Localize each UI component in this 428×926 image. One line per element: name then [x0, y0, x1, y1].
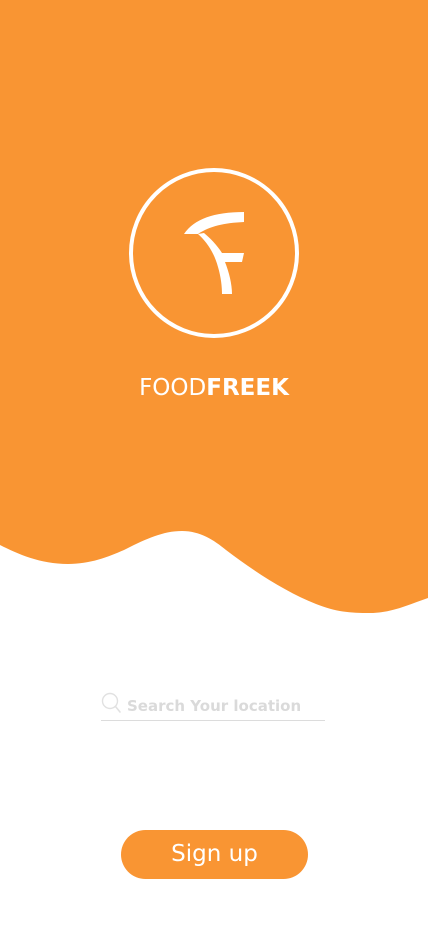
search-icon	[101, 692, 121, 713]
brand-title: FOODFREEK	[0, 372, 428, 404]
brand-name-bold: FREEK	[206, 375, 289, 401]
brand-name-light: FOOD	[139, 375, 207, 401]
sign-up-button[interactable]: Sign up	[121, 830, 308, 879]
foodfreek-logo-icon	[129, 168, 299, 338]
location-search-input[interactable]	[127, 693, 323, 719]
location-search[interactable]	[101, 690, 325, 721]
